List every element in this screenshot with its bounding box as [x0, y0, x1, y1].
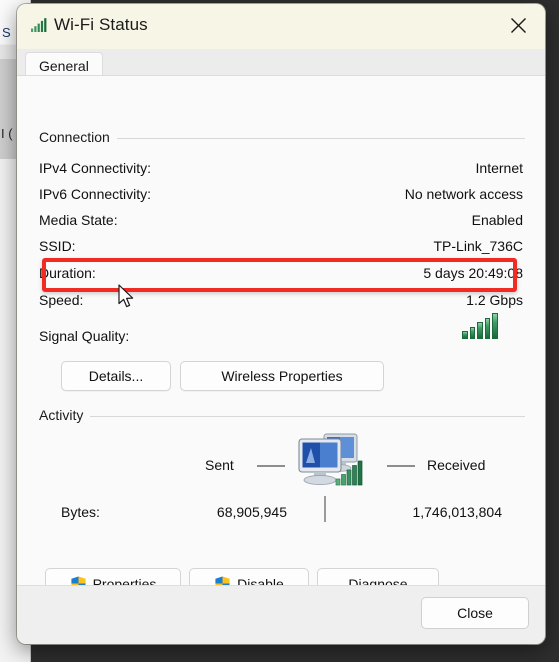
row-value: Internet	[475, 160, 523, 176]
row-media-state: Media State: Enabled	[39, 212, 523, 236]
diagnose-button-label: Diagnose	[348, 575, 408, 586]
properties-button[interactable]: Properties	[45, 568, 181, 585]
close-icon[interactable]	[499, 8, 537, 42]
properties-button-label: Properties	[92, 575, 157, 586]
diagnose-button[interactable]: Diagnose	[317, 568, 439, 585]
sent-label: Sent	[205, 457, 234, 473]
row-label: Duration:	[39, 265, 96, 281]
wireless-properties-button[interactable]: Wireless Properties	[180, 361, 384, 391]
sent-dash	[257, 465, 285, 467]
row-ssid: SSID: TP-Link_736C	[39, 238, 523, 262]
activity-group-rule	[39, 416, 525, 417]
signal-quality-bars-icon	[462, 313, 500, 339]
tab-strip: General	[17, 49, 545, 78]
details-button[interactable]: Details...	[61, 361, 171, 391]
background-text-fragment-1: S	[2, 25, 11, 40]
two-monitors-network-icon	[294, 429, 368, 491]
row-label: IPv6 Connectivity:	[39, 186, 152, 202]
row-label: IPv4 Connectivity:	[39, 160, 152, 176]
dialog-titlebar: Wi-Fi Status	[17, 4, 545, 49]
row-label: Signal Quality:	[39, 328, 130, 344]
dialog-content: Connection IPv4 Connectivity: Internet I…	[17, 75, 545, 585]
row-label: Media State:	[39, 212, 118, 228]
details-button-label: Details...	[88, 368, 144, 384]
wifi-signal-icon	[31, 18, 47, 32]
connection-group-label: Connection	[39, 129, 117, 145]
row-value: 5 days 20:49:08	[423, 265, 523, 281]
tab-general-label: General	[39, 57, 89, 74]
close-button[interactable]: Close	[421, 597, 529, 629]
row-speed: Speed: 1.2 Gbps	[39, 292, 523, 316]
received-label: Received	[427, 457, 486, 473]
shield-icon	[214, 575, 231, 585]
wifi-status-dialog: Wi-Fi Status General Connection IPv4 Con…	[17, 4, 545, 644]
row-signal-quality: Signal Quality:	[39, 328, 523, 352]
bytes-label: Bytes:	[61, 504, 100, 520]
background-text-fragment-2: I (	[1, 126, 13, 141]
row-label: SSID:	[39, 238, 76, 254]
row-ipv4-connectivity: IPv4 Connectivity: Internet	[39, 160, 523, 184]
dialog-title: Wi-Fi Status	[54, 15, 148, 34]
disable-button-label: Disable	[237, 575, 284, 586]
row-value: Enabled	[471, 212, 523, 228]
wireless-properties-button-label: Wireless Properties	[221, 368, 343, 384]
close-button-label: Close	[457, 605, 493, 621]
row-ipv6-connectivity: IPv6 Connectivity: No network access	[39, 186, 523, 210]
bytes-sent-value: 68,905,945	[216, 504, 287, 520]
shield-icon	[69, 575, 87, 585]
activity-divider	[324, 496, 326, 522]
row-label: Speed:	[39, 292, 84, 308]
row-value: 1.2 Gbps	[466, 292, 523, 308]
received-dash	[387, 465, 415, 467]
activity-group-label: Activity	[39, 407, 91, 423]
desktop-background: S I ( Wi-Fi Status General Connection IP…	[0, 0, 559, 662]
disable-button[interactable]: Disable	[189, 568, 309, 585]
dialog-footer: Close	[17, 585, 545, 644]
bytes-received-value: 1,746,013,804	[412, 504, 502, 520]
row-value: TP-Link_736C	[433, 238, 524, 254]
row-duration: Duration: 5 days 20:49:08	[39, 265, 523, 289]
row-value: No network access	[404, 186, 523, 202]
